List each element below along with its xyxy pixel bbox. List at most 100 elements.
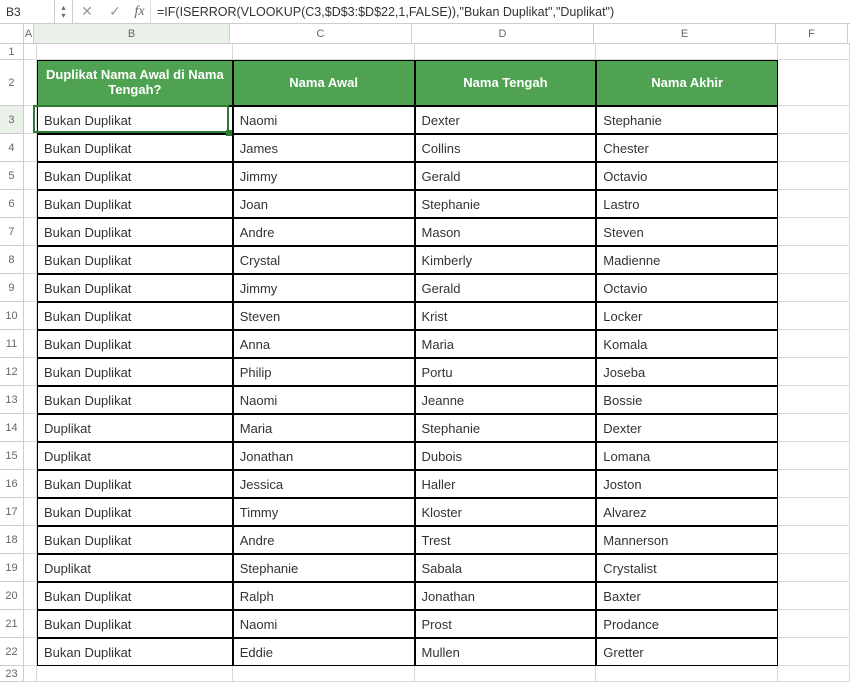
- cell-E20[interactable]: Baxter: [596, 582, 778, 610]
- cell-E16[interactable]: Joston: [596, 470, 778, 498]
- cell-E23[interactable]: [596, 666, 778, 682]
- confirm-formula-button[interactable]: ✓: [101, 3, 129, 20]
- cell-B21[interactable]: Bukan Duplikat: [37, 610, 233, 638]
- cell-E17[interactable]: Alvarez: [596, 498, 778, 526]
- cell-B18[interactable]: Bukan Duplikat: [37, 526, 233, 554]
- cell-C3[interactable]: Naomi: [233, 106, 415, 134]
- cell-B13[interactable]: Bukan Duplikat: [37, 386, 233, 414]
- cell-A16[interactable]: [24, 470, 37, 498]
- cell-C19[interactable]: Stephanie: [233, 554, 415, 582]
- cell-B14[interactable]: Duplikat: [37, 414, 233, 442]
- row-header-16[interactable]: 16: [0, 470, 24, 498]
- cell-A10[interactable]: [24, 302, 37, 330]
- cell-E10[interactable]: Locker: [596, 302, 778, 330]
- cell-D16[interactable]: Haller: [415, 470, 597, 498]
- cell-C1[interactable]: [233, 44, 415, 60]
- cell-F23[interactable]: [778, 666, 850, 682]
- cell-D12[interactable]: Portu: [415, 358, 597, 386]
- header-duplikat[interactable]: Duplikat Nama Awal di Nama Tengah?: [37, 60, 233, 106]
- cell-D15[interactable]: Dubois: [415, 442, 597, 470]
- cell-F13[interactable]: [778, 386, 850, 414]
- cell-E18[interactable]: Mannerson: [596, 526, 778, 554]
- cell-D7[interactable]: Mason: [415, 218, 597, 246]
- cell-C21[interactable]: Naomi: [233, 610, 415, 638]
- cell-A19[interactable]: [24, 554, 37, 582]
- cell-C10[interactable]: Steven: [233, 302, 415, 330]
- cell-E15[interactable]: Lomana: [596, 442, 778, 470]
- cell-F18[interactable]: [778, 526, 850, 554]
- cell-D20[interactable]: Jonathan: [415, 582, 597, 610]
- cell-F8[interactable]: [778, 246, 850, 274]
- cell-D9[interactable]: Gerald: [415, 274, 597, 302]
- col-header-F[interactable]: F: [776, 24, 848, 43]
- cell-C7[interactable]: Andre: [233, 218, 415, 246]
- cell-D17[interactable]: Kloster: [415, 498, 597, 526]
- cell-F10[interactable]: [778, 302, 850, 330]
- row-header-5[interactable]: 5: [0, 162, 24, 190]
- cell-C4[interactable]: James: [233, 134, 415, 162]
- cell-B7[interactable]: Bukan Duplikat: [37, 218, 233, 246]
- col-header-E[interactable]: E: [594, 24, 776, 43]
- cancel-formula-button[interactable]: ✕: [73, 3, 101, 20]
- cell-F15[interactable]: [778, 442, 850, 470]
- row-header-14[interactable]: 14: [0, 414, 24, 442]
- row-header-11[interactable]: 11: [0, 330, 24, 358]
- cell-A9[interactable]: [24, 274, 37, 302]
- cell-F1[interactable]: [778, 44, 850, 60]
- cell-C14[interactable]: Maria: [233, 414, 415, 442]
- cell-B15[interactable]: Duplikat: [37, 442, 233, 470]
- cell-D1[interactable]: [415, 44, 597, 60]
- cell-F4[interactable]: [778, 134, 850, 162]
- cell-B12[interactable]: Bukan Duplikat: [37, 358, 233, 386]
- header-nama-tengah[interactable]: Nama Tengah: [415, 60, 597, 106]
- name-box[interactable]: B3: [0, 0, 55, 24]
- row-header-19[interactable]: 19: [0, 554, 24, 582]
- cell-F2[interactable]: [778, 60, 850, 106]
- cell-F17[interactable]: [778, 498, 850, 526]
- cell-D14[interactable]: Stephanie: [415, 414, 597, 442]
- name-box-stepper[interactable]: ▴ ▾: [55, 0, 73, 24]
- cell-B20[interactable]: Bukan Duplikat: [37, 582, 233, 610]
- formula-input[interactable]: =IF(ISERROR(VLOOKUP(C3,$D$3:$D$22,1,FALS…: [151, 0, 850, 24]
- cell-D10[interactable]: Krist: [415, 302, 597, 330]
- cell-F19[interactable]: [778, 554, 850, 582]
- row-header-17[interactable]: 17: [0, 498, 24, 526]
- cell-E5[interactable]: Octavio: [596, 162, 778, 190]
- cell-A11[interactable]: [24, 330, 37, 358]
- row-header-8[interactable]: 8: [0, 246, 24, 274]
- row-header-9[interactable]: 9: [0, 274, 24, 302]
- cell-F14[interactable]: [778, 414, 850, 442]
- cell-D13[interactable]: Jeanne: [415, 386, 597, 414]
- cell-A2[interactable]: [24, 60, 37, 106]
- cell-F3[interactable]: [778, 106, 850, 134]
- cell-C18[interactable]: Andre: [233, 526, 415, 554]
- cell-F11[interactable]: [778, 330, 850, 358]
- cell-A17[interactable]: [24, 498, 37, 526]
- cell-B8[interactable]: Bukan Duplikat: [37, 246, 233, 274]
- cell-E7[interactable]: Steven: [596, 218, 778, 246]
- cell-C13[interactable]: Naomi: [233, 386, 415, 414]
- row-header-23[interactable]: 23: [0, 666, 24, 682]
- cell-E3[interactable]: Stephanie: [596, 106, 778, 134]
- cell-B23[interactable]: [37, 666, 233, 682]
- cell-A13[interactable]: [24, 386, 37, 414]
- cell-E6[interactable]: Lastro: [596, 190, 778, 218]
- cell-D11[interactable]: Maria: [415, 330, 597, 358]
- cell-A23[interactable]: [24, 666, 37, 682]
- cell-B6[interactable]: Bukan Duplikat: [37, 190, 233, 218]
- cell-F7[interactable]: [778, 218, 850, 246]
- stepper-down-icon[interactable]: ▾: [61, 12, 65, 20]
- cell-B9[interactable]: Bukan Duplikat: [37, 274, 233, 302]
- header-nama-akhir[interactable]: Nama Akhir: [596, 60, 778, 106]
- cell-E21[interactable]: Prodance: [596, 610, 778, 638]
- cell-B19[interactable]: Duplikat: [37, 554, 233, 582]
- cell-C16[interactable]: Jessica: [233, 470, 415, 498]
- cell-E4[interactable]: Chester: [596, 134, 778, 162]
- cell-F21[interactable]: [778, 610, 850, 638]
- cell-E19[interactable]: Crystalist: [596, 554, 778, 582]
- row-header-10[interactable]: 10: [0, 302, 24, 330]
- cell-D21[interactable]: Prost: [415, 610, 597, 638]
- cell-B5[interactable]: Bukan Duplikat: [37, 162, 233, 190]
- cell-D4[interactable]: Collins: [415, 134, 597, 162]
- cell-A22[interactable]: [24, 638, 37, 666]
